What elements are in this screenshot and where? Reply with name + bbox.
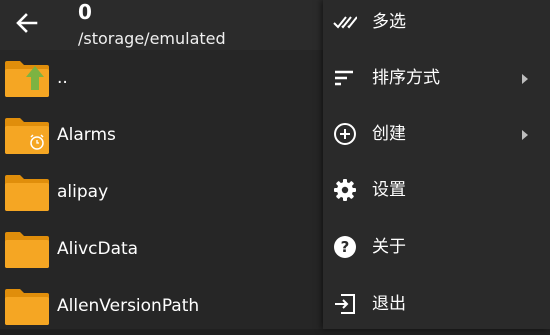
file-name: AlivcData [57,239,139,259]
multi-check-icon [333,16,357,29]
submenu-arrow-icon [522,130,528,140]
file-name: alipay [57,182,109,202]
submenu-arrow-icon [522,74,528,84]
list-item-alivcdata[interactable]: AlivcData [0,221,330,278]
svg-text:?: ? [341,238,350,256]
current-path: /storage/emulated [78,29,226,48]
file-name: AllenVersionPath [57,296,200,316]
file-name: .. [57,68,68,88]
folder-icon [5,175,49,211]
help-icon: ? [334,236,356,258]
file-list: .. Alarms alipay AlivcData AllenVersionP… [0,50,330,329]
menu-item-create[interactable]: 创建 [323,106,550,162]
arrow-left-icon [16,13,38,33]
folder-icon [5,232,49,268]
menu-item-label: 退出 [372,294,406,314]
overflow-menu: 多选 排序方式 创建 设置 ? 关于 退出 [323,0,550,329]
back-button[interactable] [10,6,44,40]
list-item-alarms[interactable]: Alarms [0,107,330,164]
menu-item-label: 多选 [372,12,406,32]
exit-icon [335,294,355,314]
list-item-alipay[interactable]: alipay [0,164,330,221]
gear-icon [334,179,356,201]
folder-title: 0 [78,0,92,24]
folder-up-icon [5,61,49,97]
file-name: Alarms [57,125,116,145]
menu-item-label: 关于 [372,237,406,257]
list-item-allenversionpath[interactable]: AllenVersionPath [0,278,330,335]
list-item-parent[interactable]: .. [0,50,330,107]
menu-item-settings[interactable]: 设置 [323,162,550,218]
sort-icon [335,70,353,86]
menu-item-label: 设置 [372,180,406,200]
menu-item-multi-select[interactable]: 多选 [323,0,550,50]
folder-icon [5,289,49,325]
folder-alarm-icon [5,118,49,154]
menu-item-label: 创建 [372,124,406,144]
add-circle-icon [334,123,356,145]
menu-item-label: 排序方式 [372,68,440,88]
menu-item-about[interactable]: ? 关于 [323,219,550,275]
menu-item-exit[interactable]: 退出 [323,276,550,332]
menu-item-sort[interactable]: 排序方式 [323,50,550,106]
